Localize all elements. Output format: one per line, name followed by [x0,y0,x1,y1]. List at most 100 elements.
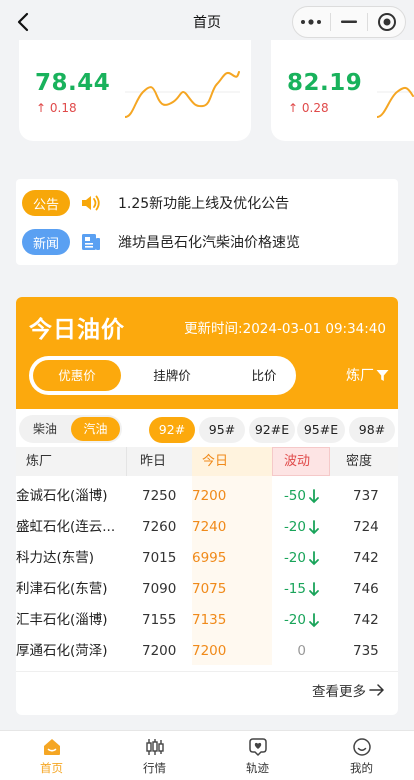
nav-bar: 首页 [0,0,414,44]
grade-98-chip[interactable]: 98# [349,417,395,443]
news-tag: 新闻 [22,229,70,255]
refinery-name: 厚通石化(菏泽) [16,643,108,659]
column-header-density: 密度 [346,454,373,469]
tab-diesel[interactable]: 柴油 [21,417,69,441]
tab-track[interactable]: 轨迹 [206,731,309,780]
price-change-value: 0 [297,643,306,659]
table-row[interactable]: 厚通石化(菏泽) 7200 7200 0 735 [16,636,398,667]
refinery-filter-button[interactable]: 炼厂 [346,365,389,385]
news-row[interactable]: 新闻 潍坊昌邑石化汽柴油价格速览 [22,228,300,256]
price-value: 82.19 [287,70,363,96]
grade-92e-chip[interactable]: 92#E [249,417,295,443]
price-card[interactable]: 82.19 ↑ 0.28 [271,40,414,141]
arrow-down-icon [308,512,322,543]
yesterday-price: 7090 [142,581,177,597]
announcement-row[interactable]: 公告 1.25新功能上线及优化公告 [22,189,289,217]
tab-discount-price[interactable]: 优惠价 [33,356,121,395]
today-price: 7200 [192,488,227,504]
miniprogram-capsule [292,6,406,38]
refinery-name: 金诚石化(淄博) [16,488,108,504]
grade-95e-chip[interactable]: 95#E [297,417,345,443]
price-change-value: -15 [283,581,306,597]
tab-label: 首页 [40,761,63,775]
minus-icon [341,20,357,23]
speaker-icon [80,192,102,214]
fuel-type-tabs: 柴油 汽油 [19,415,122,443]
price-change-value: -20 [283,519,306,535]
filter-icon [376,369,389,381]
refinery-name: 利津石化(东营) [16,581,108,597]
arrow-right-icon [369,684,384,696]
candlestick-icon [145,739,164,755]
back-button[interactable] [10,8,38,36]
more-dots-icon [301,19,322,25]
price-change-value: -20 [283,550,306,566]
yesterday-price: 7250 [142,488,177,504]
bottom-tab-bar: 首页 行情 轨迹 我的 [0,730,414,780]
chevron-left-icon [17,12,29,32]
density-value: 735 [353,643,379,659]
yesterday-price: 7015 [142,550,177,566]
sparkline-chart [125,71,240,118]
arrow-down-icon [308,574,322,605]
profile-icon [352,738,371,756]
arrow-down-icon [308,605,322,636]
sparkline-chart [377,86,414,118]
column-header-today: 今日 [202,454,229,469]
notice-text: 1.25新功能上线及优化公告 [118,196,290,212]
density-value: 724 [353,519,379,535]
yesterday-price: 7260 [142,519,177,535]
grade-95-chip[interactable]: 95# [199,417,245,443]
refinery-filter-label: 炼厂 [346,368,374,384]
tab-label: 轨迹 [246,761,269,775]
density-value: 746 [353,581,379,597]
price-change-value: -20 [283,612,306,628]
today-price: 7240 [192,519,227,535]
price-card[interactable]: 78.44 ↑ 0.18 [19,40,251,141]
tab-listed-price[interactable]: 挂牌价 [129,356,215,395]
close-miniprogram-button[interactable] [368,7,405,37]
tab-label: 行情 [143,761,166,775]
announcement-panel: 公告 1.25新功能上线及优化公告 新闻 潍坊昌邑石化汽柴油价格速览 [16,179,398,265]
table-row[interactable]: 金诚石化(淄博) 7250 7200 -50 737 [16,481,398,512]
arrow-down-icon [308,543,322,574]
update-time: 更新时间:2024-03-01 09:34:40 [184,321,386,337]
view-more-link[interactable]: 查看更多 [312,680,385,700]
home-icon [43,739,60,755]
density-value: 742 [353,612,379,628]
refinery-name: 汇丰石化(淄博) [16,612,108,628]
arrow-up-icon: ↑ [288,101,299,115]
view-more-label: 查看更多 [312,684,366,700]
oil-price-header: 今日油价 更新时间:2024-03-01 09:34:40 优惠价 挂牌价 比价… [16,297,398,409]
notice-tag: 公告 [22,190,70,216]
table-row[interactable]: 科力达(东营) 7015 6995 -20 742 [16,543,398,574]
yesterday-price: 7155 [142,612,177,628]
tab-compare-price[interactable]: 比价 [221,356,307,395]
price-change: ↑ 0.28 [288,101,329,115]
track-icon [248,738,267,756]
table-row[interactable]: 盛虹石化(连云... 7260 7240 -20 724 [16,512,398,543]
density-value: 742 [353,550,379,566]
price-type-tabs: 优惠价 挂牌价 比价 [29,356,296,395]
today-price: 7135 [192,612,227,628]
news-icon [80,231,102,253]
today-price: 7075 [192,581,227,597]
price-change: ↑ 0.18 [36,101,77,115]
tab-gasoline[interactable]: 汽油 [71,417,120,441]
today-oil-price-card: 今日油价 更新时间:2024-03-01 09:34:40 优惠价 挂牌价 比价… [16,297,398,715]
news-text: 潍坊昌邑石化汽柴油价格速览 [118,235,300,251]
minimize-button[interactable] [331,7,368,37]
tab-home[interactable]: 首页 [0,731,103,780]
arrow-down-icon [308,481,322,512]
refinery-name: 盛虹石化(连云... [16,519,116,535]
more-menu-button[interactable] [293,7,330,37]
price-change-value: -50 [283,488,306,504]
table-row[interactable]: 汇丰石化(淄博) 7155 7135 -20 742 [16,605,398,636]
table-row[interactable]: 利津石化(东营) 7090 7075 -15 746 [16,574,398,605]
tab-profile[interactable]: 我的 [310,731,413,780]
grade-92-chip[interactable]: 92# [149,417,195,443]
column-header-refinery: 炼厂 [26,454,53,469]
arrow-up-icon: ↑ [36,101,47,115]
density-value: 737 [353,488,379,504]
tab-market[interactable]: 行情 [103,731,206,780]
